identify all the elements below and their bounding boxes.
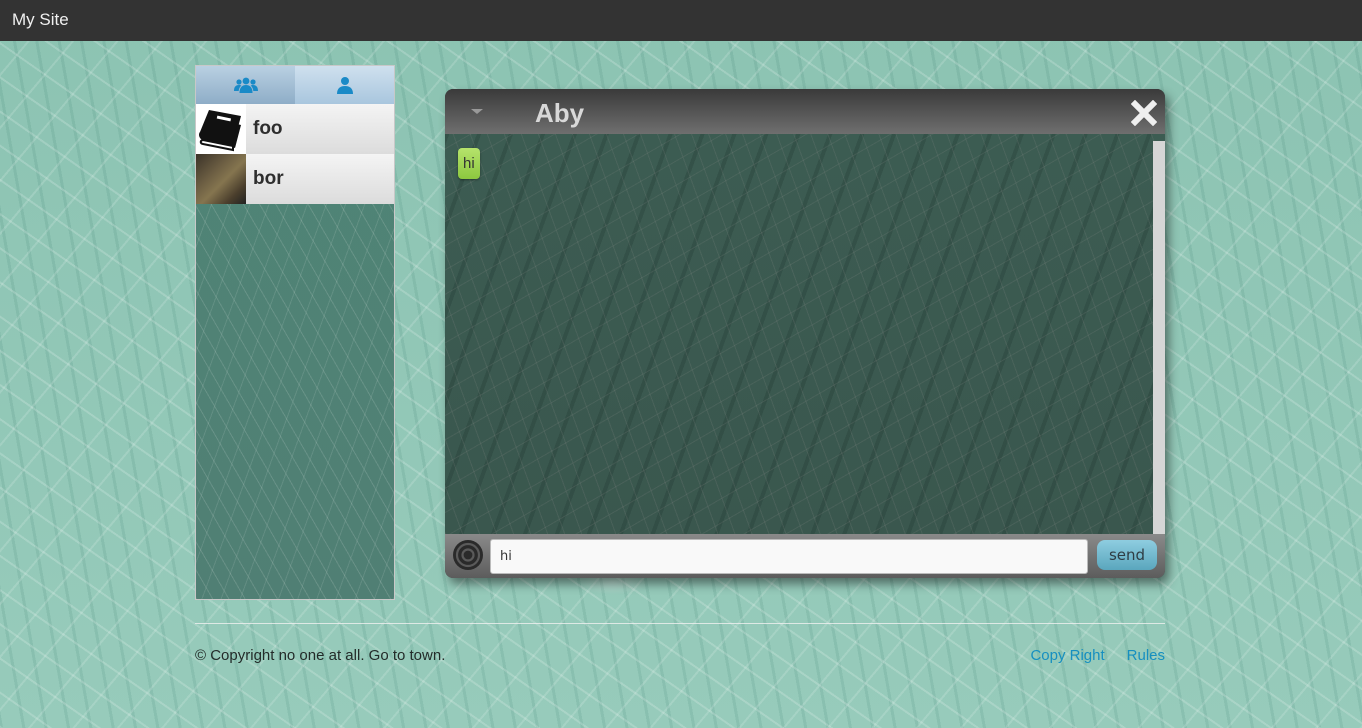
message-bubble: hi <box>458 148 480 179</box>
chat-title: Aby <box>535 98 585 128</box>
sidebar-tabs <box>196 66 394 104</box>
tab-user[interactable] <box>295 66 394 104</box>
contact-item[interactable]: foo <box>196 104 394 154</box>
book-icon <box>199 110 241 152</box>
rules-link[interactable]: Rules <box>1127 647 1165 664</box>
top-navbar: My Site <box>0 0 1362 41</box>
book-avatar <box>196 104 246 154</box>
contact-name: foo <box>253 118 283 139</box>
message-input[interactable] <box>490 539 1088 574</box>
contact-item[interactable]: bor <box>196 154 394 204</box>
user-icon <box>336 77 353 94</box>
chevron-down-icon[interactable] <box>471 109 483 114</box>
copy-right-link[interactable]: Copy Right <box>1030 647 1104 664</box>
message-area: hi <box>445 134 1165 534</box>
message-scrollbar[interactable] <box>1153 141 1165 534</box>
chat-header: Aby <box>445 89 1165 134</box>
group-icon <box>233 77 258 93</box>
close-icon[interactable] <box>1131 100 1157 126</box>
site-brand[interactable]: My Site <box>12 10 69 30</box>
contacts-sidebar: foo bor <box>195 65 395 600</box>
tab-groups[interactable] <box>196 66 295 104</box>
copyright-text: © Copyright no one at all. Go to town. <box>195 647 446 664</box>
chat-window: Aby hi send <box>445 89 1165 578</box>
footer-links: Copy Right Rules <box>1030 647 1165 664</box>
photo-avatar <box>196 154 246 204</box>
target-icon[interactable] <box>453 540 483 570</box>
contact-name: bor <box>253 168 284 189</box>
footer-divider <box>195 623 1165 624</box>
chat-input-bar: send <box>445 534 1165 578</box>
send-button[interactable]: send <box>1097 540 1157 570</box>
